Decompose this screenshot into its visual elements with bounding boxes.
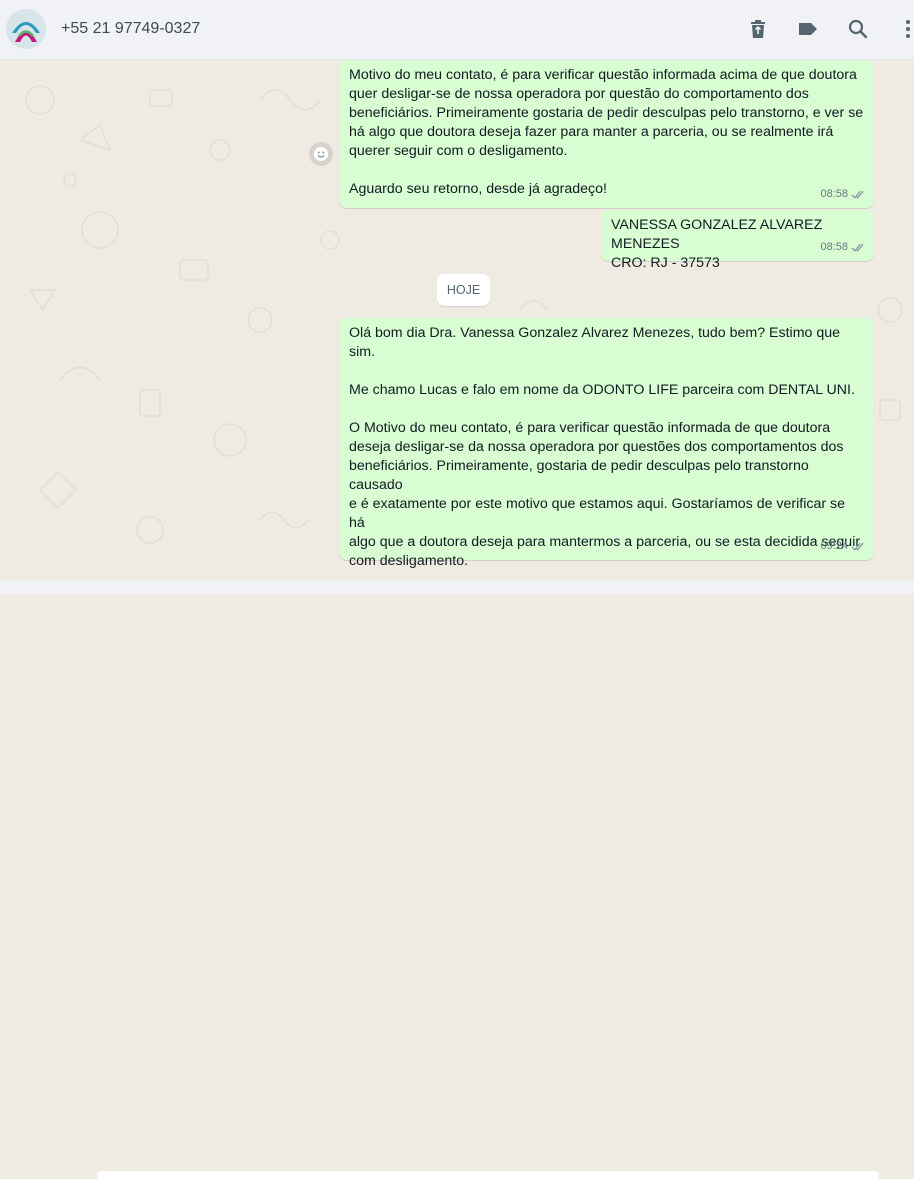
day-separator: HOJE [437, 274, 490, 306]
composer-bar [0, 580, 914, 1179]
message-bubble[interactable]: VANESSA GONZALEZ ALVAREZ MENEZES CRO: RJ… [601, 210, 874, 271]
avatar-logo-icon [6, 9, 46, 49]
message-bubble[interactable]: Motivo do meu contato, é para verificar … [339, 60, 874, 208]
double-check-icon [851, 542, 864, 551]
message-text: Olá bom dia Dra. Vanessa Gonzalez Alvare… [349, 325, 861, 569]
menu-icon[interactable] [896, 17, 914, 41]
message-bubble[interactable]: Olá bom dia Dra. Vanessa Gonzalez Alvare… [339, 318, 874, 569]
message-time: 08:58 [820, 188, 848, 200]
smiley-icon [314, 147, 328, 161]
delete-icon[interactable] [746, 17, 770, 41]
double-check-icon [851, 243, 864, 252]
contact-avatar[interactable] [6, 9, 46, 49]
message-input[interactable] [97, 1171, 879, 1179]
search-icon[interactable] [846, 17, 870, 41]
message-text: Motivo do meu contato, é para verificar … [349, 67, 864, 197]
message-meta: 08:58 [820, 238, 866, 257]
label-icon[interactable] [796, 17, 820, 41]
chat-area[interactable]: Motivo do meu contato, é para verificar … [0, 60, 914, 580]
message-meta: 09:24 [820, 537, 866, 556]
double-check-icon [851, 190, 864, 199]
message-time: 09:24 [820, 540, 848, 552]
message-meta: 08:58 [820, 185, 866, 204]
emoji-reaction-button[interactable] [309, 142, 333, 166]
chat-header: +55 21 97749-0327 [0, 0, 914, 60]
contact-name[interactable]: +55 21 97749-0327 [61, 20, 200, 38]
message-time: 08:58 [820, 241, 848, 253]
